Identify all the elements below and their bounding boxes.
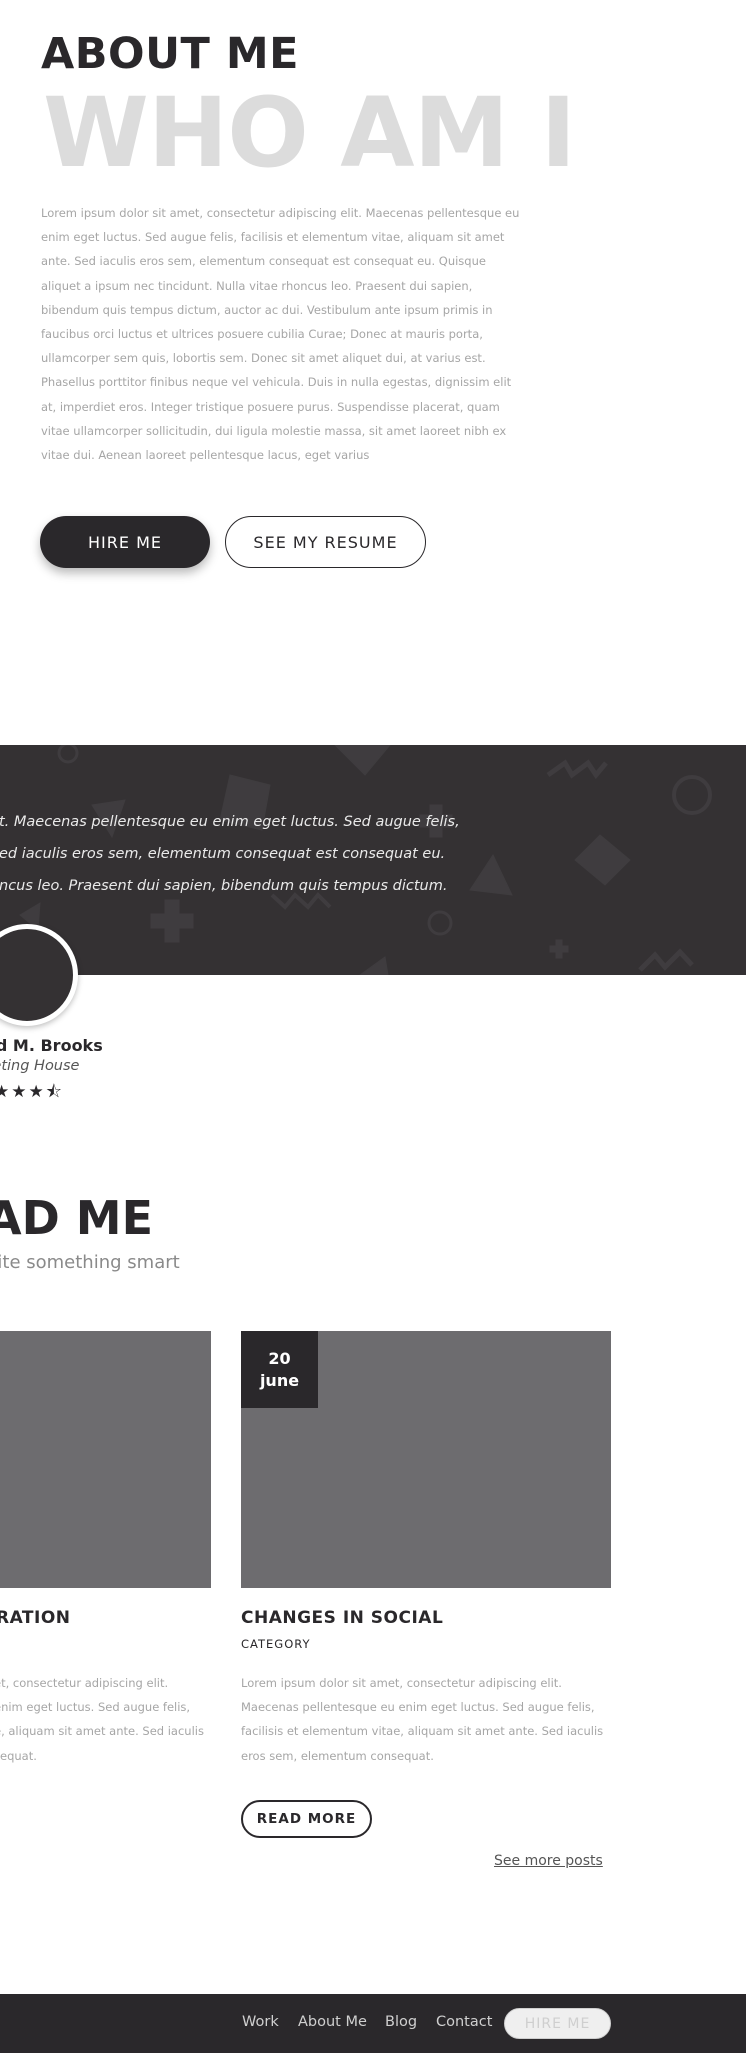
footer-hire-me-button[interactable]: HIRE ME (504, 2008, 611, 2039)
testimonial-band: t. Maecenas pellentesque eu enim eget lu… (0, 745, 746, 975)
blog-subtitle: rite something smart (0, 1252, 180, 1273)
testimonial-name: rd M. Brooks (0, 1036, 103, 1055)
post-date-badge: 20 june (241, 1331, 318, 1408)
rating-stars-icon: ★★★⯪ (0, 1082, 64, 1102)
post-excerpt-line: enim eget luctus. Sed augue felis, (0, 1700, 191, 1715)
post-title[interactable]: RATION (0, 1608, 71, 1628)
about-paragraph: Lorem ipsum dolor sit amet, consectetur … (41, 206, 520, 463)
post-image-placeholder[interactable] (0, 1331, 211, 1588)
footer-link-contact[interactable]: Contact (436, 2014, 492, 2030)
post-title[interactable]: CHANGES IN SOCIAL (241, 1608, 443, 1628)
post-date-day: 20 (268, 1348, 291, 1368)
hire-me-button[interactable]: HIRE ME (40, 516, 210, 568)
testimonial-quote-line: ed iaculis eros sem, elementum consequat… (0, 846, 446, 862)
testimonial-quote-line: t. Maecenas pellentesque eu enim eget lu… (0, 814, 460, 830)
footer-link-blog[interactable]: Blog (385, 2014, 417, 2030)
about-heading: ABOUT ME (41, 29, 299, 79)
footer-link-work[interactable]: Work (242, 2014, 279, 2030)
post-excerpt-line: et, consectetur adipiscing elit. (0, 1676, 169, 1690)
testimonial-company: keting House (0, 1058, 80, 1074)
about-big-heading: WHO AM I (43, 77, 576, 189)
post-excerpt-line: e, aliquam sit amet ante. Sed iaculis (0, 1724, 204, 1739)
see-more-posts-link[interactable]: See more posts (494, 1853, 603, 1869)
footer-nav: Work About Me Blog Contact HIRE ME (0, 1994, 746, 2053)
about-section: ABOUT ME WHO AM I Lorem ipsum dolor sit … (0, 0, 746, 745)
post-excerpt: et, consectetur adipiscing elit. enim eg… (0, 1671, 214, 1768)
read-more-button[interactable]: READ MORE (241, 1800, 372, 1838)
footer-link-about-me[interactable]: About Me (298, 2014, 367, 2030)
post-date-month: june (259, 1370, 300, 1390)
blog-heading: AD ME (0, 1191, 153, 1245)
testimonial-quote-line: ncus leo. Praesent dui sapien, bibendum … (0, 878, 448, 894)
see-resume-button[interactable]: SEE MY RESUME (225, 516, 426, 568)
post-category: CATEGORY (241, 1637, 311, 1651)
post-excerpt: Lorem ipsum dolor sit amet, consectetur … (241, 1676, 604, 1763)
post-excerpt-line: sequat. (0, 1748, 37, 1763)
